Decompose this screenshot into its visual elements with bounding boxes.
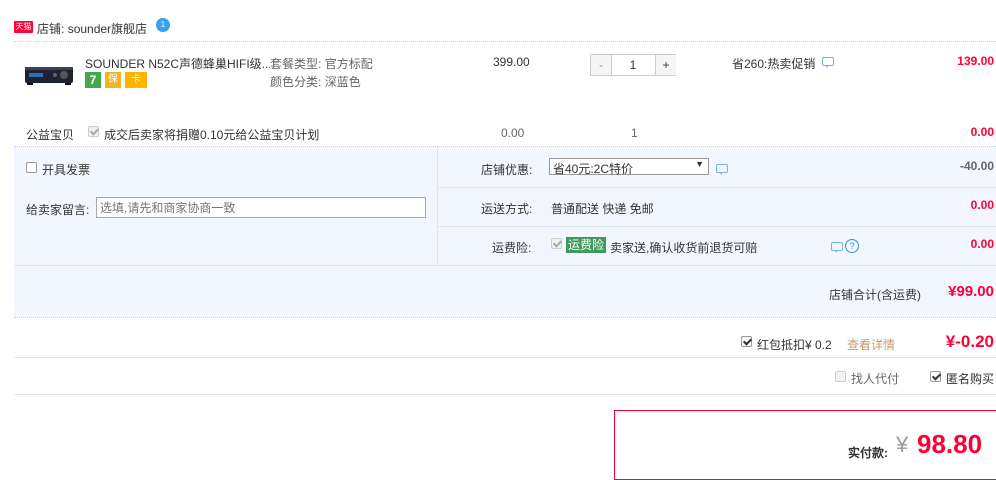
redpacket-text: 红包抵扣¥ 0.2 <box>757 338 832 352</box>
chat-icon[interactable]: 1 <box>156 18 170 32</box>
product-title-link[interactable]: SOUNDER N52C声德蜂巢HIFI级... <box>85 55 270 72</box>
payment-label: 实付款: <box>848 446 888 460</box>
spec-type: 套餐类型: 官方标配 <box>270 55 373 72</box>
proxy-pay-label: 找人代付 <box>851 372 900 386</box>
charity-label: 公益宝贝 <box>26 128 75 142</box>
header-divider <box>14 41 996 42</box>
unit-price: 399.00 <box>493 55 530 69</box>
service-badge-7day: 7 <box>85 72 101 88</box>
quantity-minus-button[interactable]: - <box>591 55 612 75</box>
options-row-divider-1 <box>437 187 996 188</box>
delivery-label: 运送方式: <box>481 202 533 216</box>
proxy-pay-checkbox[interactable] <box>835 371 846 382</box>
product-thumbnail[interactable] <box>23 53 75 97</box>
promo-comment-icon[interactable] <box>822 57 834 68</box>
discount-comment-icon[interactable] <box>716 164 728 175</box>
message-input[interactable] <box>96 197 426 218</box>
quantity-input[interactable]: 1 <box>612 55 654 75</box>
shop-discount-label: 店铺优惠: <box>481 163 533 177</box>
charity-subtotal: 0.00 <box>970 125 994 139</box>
shop-label: 店铺: sounder旗舰店 <box>37 20 147 37</box>
shop-name-link[interactable]: sounder旗舰店 <box>68 22 147 36</box>
shop-total-label: 店铺合计(含运费) <box>829 288 921 302</box>
payment-currency: ¥ <box>896 432 909 457</box>
chevron-down-icon: ▼ <box>695 159 704 169</box>
shop-discount-select[interactable]: 省40元:2C特价 ▼ <box>549 158 709 176</box>
options-row-divider-3 <box>14 265 996 266</box>
shop-total-value: ¥99.00 <box>948 283 994 300</box>
insurance-text: 卖家送,确认收货前退货可赔 <box>610 241 758 255</box>
item-subtotal: 139.00 <box>957 54 994 68</box>
redpacket-details-link[interactable]: 查看详情 <box>847 336 895 353</box>
color-label: 颜色分类: <box>270 75 322 89</box>
spec-type-label: 套餐类型: <box>270 57 322 71</box>
redpacket-divider <box>14 357 996 358</box>
tmall-badge: 天猫 <box>14 21 33 33</box>
charity-text: 成交后卖家将捐赠0.10元给公益宝贝计划 <box>104 128 320 142</box>
redpacket-checkbox[interactable] <box>741 336 752 347</box>
shop-total-divider <box>14 317 996 318</box>
delivery-amount: 0.00 <box>970 198 994 212</box>
charity-price: 0.00 <box>501 126 525 140</box>
payment-value: 98.80 <box>917 429 983 459</box>
invoice-checkbox[interactable] <box>26 162 37 173</box>
shop-discount-selected: 省40元:2C特价 <box>553 162 634 176</box>
options-row-divider-2 <box>437 226 996 227</box>
charity-qty: 1 <box>631 126 638 140</box>
insurance-label: 运费险: <box>492 241 532 255</box>
insurance-amount: 0.00 <box>970 237 994 251</box>
service-badge-guarantee: 保 <box>105 72 121 88</box>
quantity-plus-button[interactable]: + <box>655 55 676 75</box>
insurance-checkbox[interactable] <box>551 238 562 249</box>
charity-checkbox[interactable] <box>88 126 99 137</box>
message-label: 给卖家留言: <box>26 203 90 217</box>
options-divider <box>14 394 996 395</box>
insurance-badge: 运费险 <box>566 237 607 253</box>
invoice-label: 开具发票 <box>42 163 91 177</box>
color-value: 深蓝色 <box>324 75 361 89</box>
shop-label-prefix: 店铺: <box>37 22 65 36</box>
quantity-stepper: - 1 + <box>590 54 676 76</box>
anonymous-checkbox[interactable] <box>930 371 941 382</box>
help-icon[interactable]: ? <box>845 239 859 253</box>
amplifier-image <box>25 67 73 85</box>
spec-type-value: 官方标配 <box>324 57 373 71</box>
shop-discount-amount: -40.00 <box>959 159 994 173</box>
options-vertical-divider <box>437 147 438 265</box>
color-spec: 颜色分类: 深蓝色 <box>270 73 361 90</box>
delivery-value: 普通配送 快递 免邮 <box>551 202 654 216</box>
promo-text: 省260:热卖促销 <box>732 57 816 71</box>
service-badge-card: 卡 <box>125 72 147 88</box>
anonymous-label: 匿名购买 <box>946 372 995 386</box>
redpacket-amount: ¥-0.20 <box>945 332 994 351</box>
insurance-comment-icon[interactable] <box>831 242 843 253</box>
